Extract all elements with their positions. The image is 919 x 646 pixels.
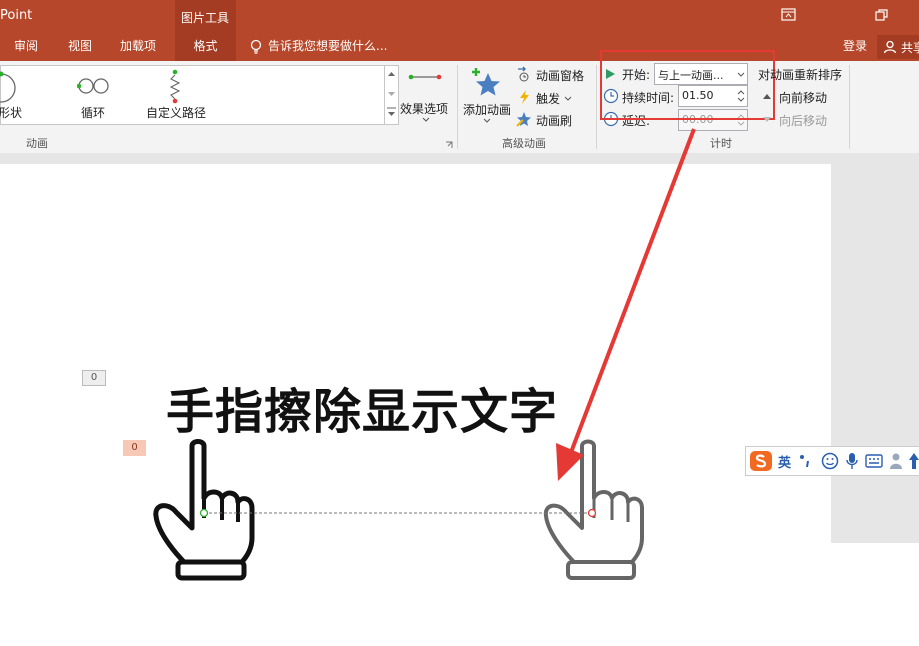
animation-painter-icon xyxy=(516,112,531,127)
lightbulb-icon xyxy=(249,39,263,55)
animation-order-badge-selected[interactable]: 0 xyxy=(123,440,146,456)
ime-lang-label[interactable]: 英 xyxy=(778,452,791,471)
move-later-button[interactable]: 向后移动 xyxy=(762,111,842,129)
group-label-animation: 动画 xyxy=(26,137,48,150)
highlight-box xyxy=(600,50,775,120)
gallery-item-label: 形状 xyxy=(0,106,23,120)
chevron-down-icon xyxy=(564,96,572,101)
animation-order-badge[interactable]: 0 xyxy=(82,370,106,386)
tab-addins[interactable]: 加载项 xyxy=(120,33,156,61)
sign-in-link[interactable]: 登录 xyxy=(843,33,867,61)
ribbon-tab-bar: 审阅 视图 加载项 格式 告诉我您想要做什么... 登录 共享 xyxy=(0,33,919,61)
annotation-arrow xyxy=(556,128,696,481)
user-icon[interactable] xyxy=(889,452,905,470)
star-add-icon xyxy=(472,68,500,96)
move-earlier-button[interactable]: 向前移动 xyxy=(762,88,842,106)
emoji-icon[interactable] xyxy=(821,452,839,470)
move-earlier-label: 向前移动 xyxy=(779,91,828,105)
reorder-label: 对动画重新排序 xyxy=(758,68,843,82)
path-start-point[interactable] xyxy=(199,508,209,518)
tell-me-search[interactable]: 告诉我您想要做什么... xyxy=(268,33,387,61)
group-label-timing: 计时 xyxy=(710,137,732,150)
triangle-down-icon xyxy=(763,117,771,122)
loop-path-icon xyxy=(77,78,109,94)
arrow-up-icon[interactable] xyxy=(908,452,919,470)
animation-pane-label: 动画窗格 xyxy=(536,69,585,83)
motion-path-line[interactable] xyxy=(198,507,598,519)
custom-path-icon xyxy=(169,69,181,104)
trigger-button[interactable]: 触发 xyxy=(516,88,576,106)
ime-toolbar[interactable]: 英 xyxy=(745,446,919,476)
line-path-icon xyxy=(408,74,442,80)
animation-pane-icon xyxy=(518,66,529,82)
animation-pane-button[interactable]: 动画窗格 xyxy=(516,65,591,83)
picture-tools-context: 图片工具 xyxy=(175,0,236,33)
gallery-item-label: 自定义路径 xyxy=(146,106,207,120)
title-bar: Point 图片工具 xyxy=(0,0,919,33)
gallery-item-custom-path[interactable]: 自定义路径 xyxy=(141,68,215,122)
restore-window-icon[interactable] xyxy=(874,8,890,22)
group-label-advanced: 高级动画 xyxy=(502,137,546,150)
slide-headline[interactable]: 手指擦除显示文字 xyxy=(166,372,558,442)
app-title: Point xyxy=(0,8,33,23)
effect-options-label: 效果选项 xyxy=(400,102,449,116)
add-animation-button[interactable]: 添加动画 xyxy=(461,63,513,127)
chevron-down-icon xyxy=(483,118,491,123)
gallery-item-shape[interactable]: 形状 xyxy=(0,68,61,122)
share-label: 共享 xyxy=(901,41,919,55)
move-later-label: 向后移动 xyxy=(779,114,828,128)
chevron-down-icon xyxy=(422,117,430,122)
effect-options-button[interactable]: 效果选项 xyxy=(400,65,452,127)
punctuation-icon[interactable] xyxy=(798,453,812,469)
dialog-launcher-icon[interactable] xyxy=(445,141,453,149)
triangle-up-icon xyxy=(763,94,771,99)
sogou-logo-icon xyxy=(750,451,772,471)
person-icon xyxy=(883,40,897,54)
gallery-item-loop[interactable]: 循环 xyxy=(71,68,121,122)
path-end-point[interactable] xyxy=(587,508,597,518)
microphone-icon[interactable] xyxy=(845,452,859,470)
shape-path-icon xyxy=(0,71,16,103)
share-button[interactable]: 共享 xyxy=(877,35,919,59)
ribbon-separator xyxy=(849,65,850,149)
tab-view[interactable]: 视图 xyxy=(68,33,92,61)
trigger-label: 触发 xyxy=(536,92,561,106)
keyboard-icon[interactable] xyxy=(865,454,883,468)
animation-gallery: 形状 循环 自定义路径 xyxy=(0,65,399,125)
canvas-area xyxy=(831,543,919,646)
ribbon-separator xyxy=(457,65,458,149)
tab-format[interactable]: 格式 xyxy=(175,33,236,61)
ribbon-display-icon[interactable] xyxy=(781,8,797,22)
tab-review[interactable]: 审阅 xyxy=(14,33,38,61)
lightning-icon xyxy=(520,90,529,104)
gallery-scroll-icons xyxy=(387,72,396,116)
gallery-scroller[interactable] xyxy=(384,66,398,124)
gallery-item-label: 循环 xyxy=(81,106,106,120)
picture-tools-label: 图片工具 xyxy=(181,11,230,25)
add-animation-label: 添加动画 xyxy=(463,103,512,117)
ribbon: 形状 循环 自定义路径 效果选项 动画 添加动画 动画窗格 触发 动画刷 高级动… xyxy=(0,50,919,154)
